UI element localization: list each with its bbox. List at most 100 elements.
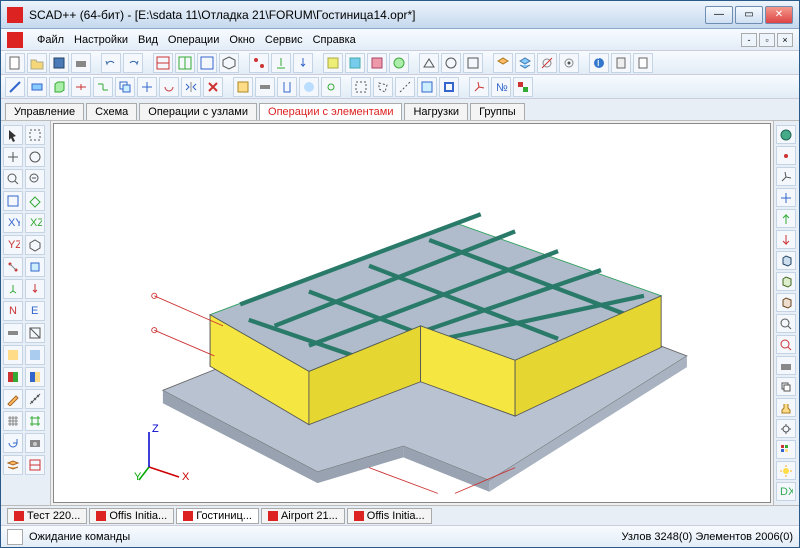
tool-redo[interactable] [123, 53, 143, 73]
elem-split[interactable] [71, 77, 91, 97]
elem-merge[interactable] [93, 77, 113, 97]
sb-proj[interactable] [25, 191, 45, 211]
tab-loads[interactable]: Нагрузки [404, 103, 468, 120]
sb-num-elems[interactable]: E [25, 301, 45, 321]
tool-iso[interactable] [219, 53, 239, 73]
tool-info[interactable]: i [589, 53, 609, 73]
menu-window[interactable]: Окно [229, 34, 255, 46]
rs-cube-2[interactable] [776, 272, 796, 291]
select-line[interactable] [395, 77, 415, 97]
sb-nodes-icon[interactable] [3, 257, 23, 277]
tool-loads[interactable] [293, 53, 313, 73]
tool-supports[interactable] [271, 53, 291, 73]
menu-help[interactable]: Справка [313, 34, 356, 46]
tool-view-3[interactable] [463, 53, 483, 73]
tool-undo[interactable] [101, 53, 121, 73]
doctab-4[interactable]: Offis Initia... [347, 508, 432, 524]
menu-file[interactable]: Файл [37, 34, 64, 46]
elem-mirror[interactable] [181, 77, 201, 97]
rs-settings-icon[interactable] [776, 419, 796, 438]
menu-settings[interactable]: Настройки [74, 34, 128, 46]
elem-delete[interactable] [203, 77, 223, 97]
sb-color-rigid[interactable] [25, 367, 45, 387]
tab-elem-ops[interactable]: Операции с элементами [259, 103, 402, 120]
sb-view-xy[interactable]: XY [3, 213, 23, 233]
sb-thick[interactable] [3, 323, 23, 343]
tool-hide[interactable] [537, 53, 557, 73]
maximize-button[interactable]: ▭ [735, 6, 763, 24]
elem-copy[interactable] [115, 77, 135, 97]
menu-service[interactable]: Сервис [265, 34, 303, 46]
sb-zoom-out[interactable] [25, 169, 45, 189]
rs-zoom-icon[interactable] [776, 314, 796, 333]
rs-cube-3[interactable] [776, 293, 796, 312]
elem-add-beam[interactable] [5, 77, 25, 97]
tool-save[interactable] [49, 53, 69, 73]
sb-color-type[interactable] [3, 367, 23, 387]
rs-up-icon[interactable] [776, 209, 796, 228]
rs-arrows-icon[interactable] [776, 188, 796, 207]
elem-add-solid[interactable] [49, 77, 69, 97]
rs-search-red[interactable] [776, 335, 796, 354]
sb-fill[interactable] [3, 345, 23, 365]
elem-colors[interactable] [513, 77, 533, 97]
sb-zoom-in[interactable] [3, 169, 23, 189]
tab-groups[interactable]: Группы [470, 103, 525, 120]
sb-grid-2[interactable] [25, 411, 45, 431]
elem-rotate[interactable] [159, 77, 179, 97]
select-invert[interactable] [439, 77, 459, 97]
rs-cube-1[interactable] [776, 251, 796, 270]
tool-view-1[interactable] [419, 53, 439, 73]
sb-fit[interactable] [3, 191, 23, 211]
select-rect[interactable] [351, 77, 371, 97]
tool-show[interactable] [559, 53, 579, 73]
tool-open[interactable] [27, 53, 47, 73]
select-all[interactable] [417, 77, 437, 97]
rs-earth-icon[interactable] [776, 125, 796, 144]
tool-view-2[interactable] [441, 53, 461, 73]
rs-grid-icon[interactable] [776, 440, 796, 459]
sb-constraint-icon[interactable] [3, 279, 23, 299]
sb-shade[interactable] [25, 345, 45, 365]
prop-section[interactable] [277, 77, 297, 97]
doctab-2[interactable]: Гостиниц... [176, 508, 259, 524]
tool-mesh-2[interactable] [175, 53, 195, 73]
tool-filter-3[interactable] [367, 53, 387, 73]
sb-rotate[interactable] [25, 147, 45, 167]
sb-view-xz[interactable]: XZ [25, 213, 45, 233]
tool-layer-1[interactable] [493, 53, 513, 73]
tool-filter-1[interactable] [323, 53, 343, 73]
sb-view-yz[interactable]: YZ [3, 235, 23, 255]
sb-measure[interactable] [25, 389, 45, 409]
sb-camera[interactable] [25, 433, 45, 453]
sb-section-icon[interactable] [25, 455, 45, 475]
tool-filter-4[interactable] [389, 53, 409, 73]
tool-calc[interactable] [611, 53, 631, 73]
prop-material[interactable] [299, 77, 319, 97]
elem-move[interactable] [137, 77, 157, 97]
tool-print[interactable] [71, 53, 91, 73]
tab-node-ops[interactable]: Операции с узлами [139, 103, 257, 120]
prop-type[interactable] [233, 77, 253, 97]
rs-dx-icon[interactable]: DX [776, 482, 796, 501]
doctab-3[interactable]: Airport 21... [261, 508, 345, 524]
tool-mesh-1[interactable] [153, 53, 173, 73]
rs-print-icon[interactable] [776, 356, 796, 375]
sb-load-icon[interactable] [25, 279, 45, 299]
sb-grid-1[interactable] [3, 411, 23, 431]
sb-elems-icon[interactable] [25, 257, 45, 277]
elem-add-plate[interactable] [27, 77, 47, 97]
sb-num-nodes[interactable]: N [3, 301, 23, 321]
tool-nodes[interactable] [249, 53, 269, 73]
mdi-minimize[interactable]: - [741, 33, 757, 47]
menu-operations[interactable]: Операции [168, 34, 219, 46]
prop-hinge[interactable] [321, 77, 341, 97]
tool-mesh-3[interactable] [197, 53, 217, 73]
sb-layers-icon[interactable] [3, 455, 23, 475]
tool-filter-2[interactable] [345, 53, 365, 73]
sb-wire[interactable] [25, 323, 45, 343]
tool-report[interactable] [633, 53, 653, 73]
doctab-1[interactable]: Offis Initia... [89, 508, 174, 524]
prop-rigid[interactable] [255, 77, 275, 97]
mdi-restore[interactable]: ▫ [759, 33, 775, 47]
